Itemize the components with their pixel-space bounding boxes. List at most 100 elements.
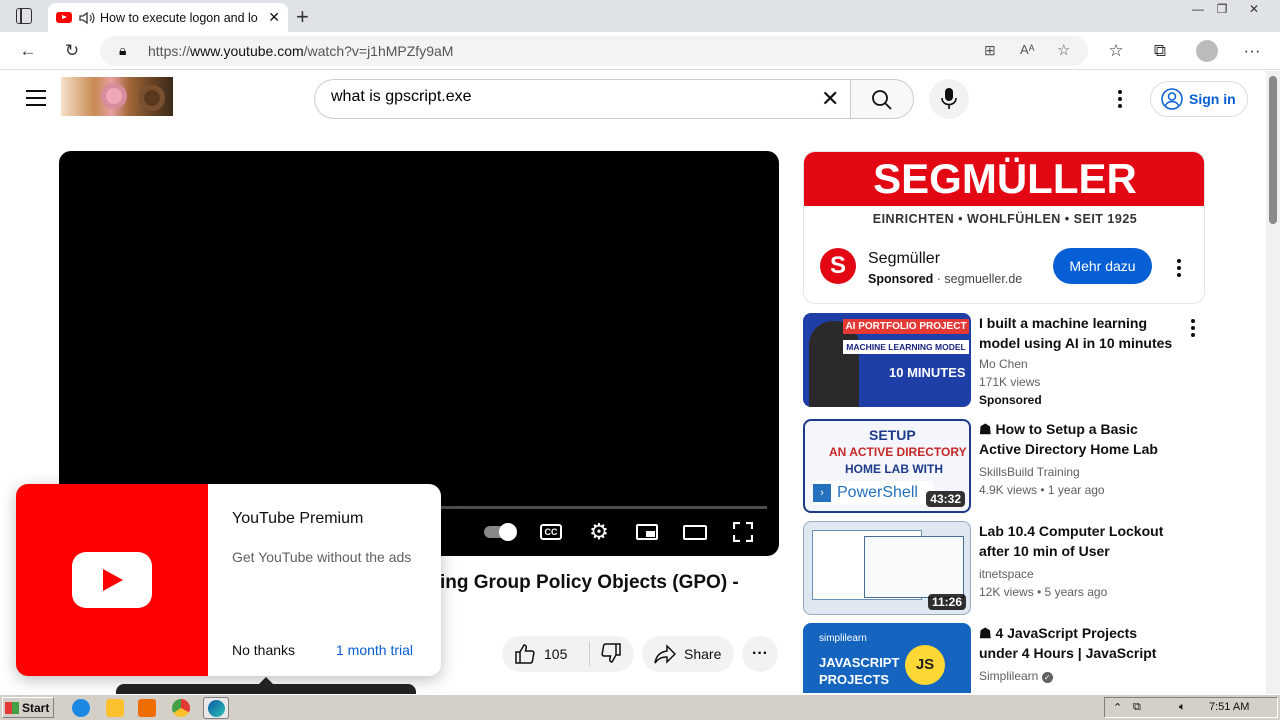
doodle-logo[interactable] xyxy=(61,77,173,116)
volume-icon[interactable]: 🔈︎ xyxy=(1179,701,1186,714)
advertiser-name[interactable]: Segmüller xyxy=(868,250,940,268)
recommendation-channel[interactable]: SkillsBuild Training xyxy=(979,465,1080,479)
search-box[interactable]: ✕ xyxy=(314,79,852,119)
network-icon[interactable]: ⧉ xyxy=(1133,701,1141,714)
verified-icon: ✓ xyxy=(1041,672,1053,683)
settings-gear-icon[interactable]: ⚙ xyxy=(581,519,617,545)
trial-button[interactable]: 1 month trial xyxy=(336,642,413,658)
close-tab-icon[interactable]: ✕ xyxy=(268,9,280,26)
favorites-icon[interactable]: ☆ xyxy=(1104,40,1128,62)
sponsored-tag: Sponsored xyxy=(979,393,1042,407)
thumbnail-text-top: SETUP xyxy=(869,427,916,443)
refresh-icon[interactable]: ↻ xyxy=(60,40,84,62)
like-dislike-group: 105 xyxy=(502,636,634,672)
sign-in-label: Sign in xyxy=(1189,91,1236,107)
more-menu-icon[interactable]: ··· xyxy=(1240,40,1264,62)
profile-avatar[interactable] xyxy=(1196,40,1218,62)
browser-tab[interactable]: How to execute logon and lo ✕ xyxy=(48,3,288,32)
new-tab-icon[interactable]: + xyxy=(296,4,309,30)
taskbar-clock: 7:51 AM xyxy=(1209,701,1250,713)
recommendation-title[interactable]: ☗ How to Setup a Basic Active Directory … xyxy=(979,419,1179,459)
settings-kebab-icon[interactable] xyxy=(1118,90,1122,108)
clear-search-icon[interactable]: ✕ xyxy=(821,86,839,112)
windows-taskbar: Start ⌃ ⧉ 🔈︎ 7:51 AM xyxy=(0,694,1280,720)
premium-description: Get YouTube without the ads xyxy=(232,549,412,565)
tooltip-pointer xyxy=(258,677,274,685)
recommendation-item[interactable]: 11:26 Lab 10.4 Computer Lockout after 10… xyxy=(803,521,1205,617)
video-thumbnail[interactable]: AI PORTFOLIO PROJECT MACHINE LEARNING MO… xyxy=(803,313,971,407)
captions-icon[interactable]: CC xyxy=(533,519,569,545)
video-duration: 11:26 xyxy=(927,594,966,610)
microphone-icon xyxy=(941,88,957,109)
recommendation-channel[interactable]: Mo Chen xyxy=(979,357,1028,371)
like-button[interactable]: 105 xyxy=(502,642,590,666)
more-actions-button[interactable]: ··· xyxy=(742,636,778,672)
scrollbar-thumb[interactable] xyxy=(1269,76,1277,224)
recommendation-channel[interactable]: itnetspace xyxy=(979,567,1034,581)
powershell-badge: › PowerShell xyxy=(813,481,933,505)
dislike-button[interactable] xyxy=(590,642,622,667)
folder-icon[interactable] xyxy=(106,699,124,717)
hamburger-menu-icon[interactable] xyxy=(26,90,46,106)
video-thumbnail[interactable]: 11:26 xyxy=(803,521,971,615)
tab-actions-icon[interactable] xyxy=(16,8,32,24)
search-input[interactable] xyxy=(331,88,811,106)
sponsor-icon: ☗ xyxy=(979,421,996,437)
collections-icon[interactable]: ⧉ xyxy=(1148,40,1172,62)
video-thumbnail[interactable]: SETUP AN ACTIVE DIRECTORY HOME LAB WITH … xyxy=(803,419,971,513)
start-button[interactable]: Start xyxy=(2,697,54,718)
browser-titlebar: How to execute logon and lo ✕ + — ❐ ✕ xyxy=(0,0,1280,32)
recommendation-item[interactable]: SETUP AN ACTIVE DIRECTORY HOME LAB WITH … xyxy=(803,419,1205,515)
voice-search-button[interactable] xyxy=(929,79,969,119)
fullscreen-icon[interactable] xyxy=(725,519,761,545)
thumbnail-text-mid: JAVASCRIPT xyxy=(819,655,900,670)
page-scrollbar[interactable] xyxy=(1266,71,1280,694)
recommendation-title[interactable]: Lab 10.4 Computer Lockout after 10 min o… xyxy=(979,521,1179,561)
advertiser-logo[interactable]: S xyxy=(820,248,856,284)
thumbnail-text-extra: PowerShell xyxy=(837,484,918,501)
add-favorite-icon[interactable]: ☆ xyxy=(1057,41,1070,59)
miniplayer-icon[interactable] xyxy=(629,519,665,545)
chrome-icon[interactable] xyxy=(172,699,190,717)
back-icon[interactable]: ← xyxy=(16,40,40,62)
thumbnail-text-mid: AN ACTIVE DIRECTORY xyxy=(829,445,967,459)
recommendation-menu-icon[interactable] xyxy=(1191,319,1195,337)
video-thumbnail[interactable]: simplilearn JAVASCRIPT PROJECTS JS xyxy=(803,623,971,693)
video-title: ing Group Policy Objects (GPO) - xyxy=(440,572,739,593)
read-aloud-icon[interactable]: Aᴬ xyxy=(1020,42,1035,57)
close-window-icon[interactable]: ✕ xyxy=(1240,0,1268,18)
ad-cta-button[interactable]: Mehr dazu xyxy=(1053,248,1152,284)
recommendation-title[interactable]: ☗ 4 JavaScript Projects under 4 Hours | … xyxy=(979,623,1179,663)
ad-banner[interactable]: SEGMÜLLER xyxy=(804,152,1204,206)
recommendation-channel[interactable]: Simplilearn ✓ xyxy=(979,669,1053,683)
no-thanks-button[interactable]: No thanks xyxy=(232,642,295,658)
autoplay-toggle[interactable] xyxy=(481,519,517,545)
windows-logo-icon xyxy=(5,701,19,714)
theater-mode-icon[interactable] xyxy=(677,519,713,545)
thumbnail-text-bottom: PROJECTS xyxy=(819,672,890,687)
url-text[interactable]: https://www.youtube.com/watch?v=j1hMPZfy… xyxy=(148,43,453,59)
sign-in-button[interactable]: Sign in xyxy=(1150,81,1248,117)
recommendation-meta: 12K views • 5 years ago xyxy=(979,585,1108,599)
search-button[interactable] xyxy=(850,79,914,119)
thumbnail-text-bottom: HOME LAB WITH xyxy=(845,462,943,476)
sidebar-ad-card[interactable]: SEGMÜLLER EINRICHTEN • WOHLFÜHLEN • SEIT… xyxy=(803,151,1205,304)
thumbnail-text-mid: MACHINE LEARNING MODEL xyxy=(843,340,969,354)
ie-icon[interactable] xyxy=(72,699,90,717)
recommendation-item[interactable]: AI PORTFOLIO PROJECT MACHINE LEARNING MO… xyxy=(803,313,1205,409)
tray-expand-icon[interactable]: ⌃ xyxy=(1113,701,1122,714)
ad-menu-icon[interactable] xyxy=(1177,259,1181,277)
restore-icon[interactable]: ❐ xyxy=(1208,0,1236,18)
share-label: Share xyxy=(684,646,722,662)
premium-banner xyxy=(16,484,208,676)
speaker-icon[interactable] xyxy=(78,11,96,25)
share-icon xyxy=(654,644,676,664)
lock-icon[interactable]: 🔒︎ xyxy=(119,42,126,59)
apps-icon[interactable]: ⊞ xyxy=(984,42,996,59)
media-player-icon[interactable] xyxy=(138,699,156,717)
recommendation-title[interactable]: I built a machine learning model using A… xyxy=(979,313,1179,353)
address-bar[interactable]: 🔒︎ https://www.youtube.com/watch?v=j1hMP… xyxy=(100,36,1088,66)
edge-icon[interactable] xyxy=(203,697,229,719)
recommendation-item[interactable]: simplilearn JAVASCRIPT PROJECTS JS ☗ 4 J… xyxy=(803,623,1205,693)
share-button[interactable]: Share xyxy=(642,636,734,672)
